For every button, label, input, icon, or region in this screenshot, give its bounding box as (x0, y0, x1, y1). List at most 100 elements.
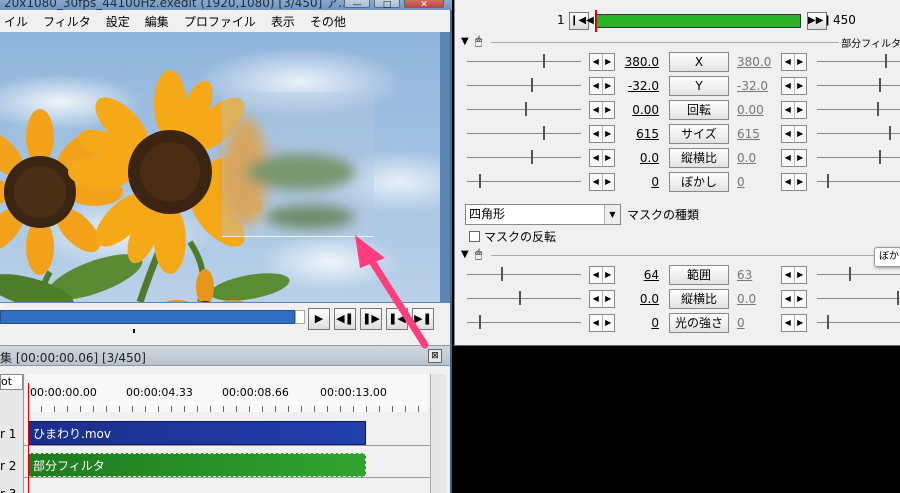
decrement-arrow-icon[interactable]: ◀ (590, 174, 603, 190)
slider-thumb[interactable] (827, 174, 829, 188)
go-end-button[interactable]: ▶❚ (412, 308, 434, 330)
end-value-slider[interactable] (817, 174, 900, 188)
filter-clip[interactable]: 部分フィルタ (28, 453, 366, 477)
param-name-button[interactable]: 回転 (669, 100, 729, 120)
video-clip[interactable]: ひまわり.mov (28, 421, 366, 445)
end-value-stepper[interactable]: ◀ ▶ (781, 149, 807, 167)
timeline-vscroll[interactable] (430, 374, 446, 493)
mask-type-select[interactable]: 四角形 ▼ (465, 204, 621, 225)
mask-invert-checkbox[interactable] (469, 231, 480, 242)
decrement-arrow-icon[interactable]: ◀ (590, 267, 603, 283)
slider-thumb[interactable] (479, 174, 481, 188)
slider-thumb[interactable] (519, 291, 521, 305)
increment-arrow-icon[interactable]: ▶ (603, 102, 615, 118)
slider-thumb[interactable] (531, 150, 533, 164)
slider-thumb[interactable] (897, 291, 899, 305)
increment-arrow-icon[interactable]: ▶ (795, 78, 807, 94)
start-value-stepper[interactable]: ◀ ▶ (589, 101, 615, 119)
start-value-slider[interactable] (467, 291, 581, 305)
start-value-stepper[interactable]: ◀ ▶ (589, 266, 615, 284)
end-value-stepper[interactable]: ◀ ▶ (781, 173, 807, 191)
increment-arrow-icon[interactable]: ▶ (603, 315, 615, 331)
seek-slider[interactable] (0, 310, 295, 324)
close-button[interactable]: ✕ (404, 0, 444, 10)
menu-file[interactable]: イル (4, 13, 28, 30)
end-value[interactable]: 0.0 (737, 151, 777, 165)
end-value-slider[interactable] (817, 102, 900, 116)
decrement-arrow-icon[interactable]: ◀ (782, 174, 795, 190)
start-value-stepper[interactable]: ◀ ▶ (589, 77, 615, 95)
go-start-button[interactable]: ❚◀ (386, 308, 408, 330)
section-glow-header[interactable]: ▼ 🖱 (461, 247, 900, 263)
param-name-button[interactable]: Y (669, 76, 729, 96)
collapse-triangle-icon[interactable]: ▼ (461, 36, 469, 47)
start-value-stepper[interactable]: ◀ ▶ (589, 314, 615, 332)
increment-arrow-icon[interactable]: ▶ (795, 315, 807, 331)
start-value[interactable]: 0 (615, 316, 659, 330)
increment-arrow-icon[interactable]: ▶ (603, 54, 615, 70)
end-value-stepper[interactable]: ◀ ▶ (781, 314, 807, 332)
root-label[interactable]: ot (0, 374, 23, 390)
slider-thumb[interactable] (531, 78, 533, 92)
decrement-arrow-icon[interactable]: ◀ (782, 315, 795, 331)
end-value[interactable]: 380.0 (737, 55, 777, 69)
start-value[interactable]: 0.00 (615, 103, 659, 117)
menu-profile[interactable]: プロファイル (184, 13, 256, 30)
increment-arrow-icon[interactable]: ▶ (795, 174, 807, 190)
increment-arrow-icon[interactable]: ▶ (603, 174, 615, 190)
slider-thumb[interactable] (879, 78, 881, 92)
start-value-slider[interactable] (467, 150, 581, 164)
frame-current-marker[interactable] (595, 10, 597, 32)
layer-1-label[interactable]: r 1 (0, 422, 24, 446)
slider-thumb[interactable] (885, 54, 887, 68)
layer-3-label[interactable]: r 3 (0, 482, 24, 493)
start-value[interactable]: 0 (615, 175, 659, 189)
increment-arrow-icon[interactable]: ▶ (603, 126, 615, 142)
end-value-stepper[interactable]: ◀ ▶ (781, 125, 807, 143)
time-ruler[interactable]: 00:00:00.00 00:00:04.33 00:00:08.66 00:0… (28, 374, 428, 412)
video-preview[interactable] (0, 32, 440, 302)
start-value[interactable]: 64 (615, 268, 659, 282)
menu-view[interactable]: 表示 (271, 13, 295, 30)
play-button[interactable]: ▶ (308, 308, 330, 330)
menu-settings[interactable]: 設定 (106, 13, 130, 30)
increment-arrow-icon[interactable]: ▶ (795, 267, 807, 283)
slider-thumb[interactable] (543, 54, 545, 68)
end-value-stepper[interactable]: ◀ ▶ (781, 53, 807, 71)
start-value-stepper[interactable]: ◀ ▶ (589, 149, 615, 167)
end-value[interactable]: 0 (737, 175, 777, 189)
increment-arrow-icon[interactable]: ▶ (603, 291, 615, 307)
param-name-button[interactable]: 範囲 (669, 265, 729, 285)
increment-arrow-icon[interactable]: ▶ (603, 150, 615, 166)
maximize-button[interactable]: □ (374, 0, 400, 10)
increment-arrow-icon[interactable]: ▶ (795, 102, 807, 118)
decrement-arrow-icon[interactable]: ◀ (590, 54, 603, 70)
start-value-stepper[interactable]: ◀ ▶ (589, 290, 615, 308)
decrement-arrow-icon[interactable]: ◀ (782, 150, 795, 166)
timeline-titlebar[interactable]: 集 [00:00:00.06] [3/450] ⊠ (0, 346, 450, 366)
decrement-arrow-icon[interactable]: ◀ (782, 291, 795, 307)
slider-thumb[interactable] (501, 267, 503, 281)
param-name-button[interactable]: 縦横比 (669, 148, 729, 168)
slider-thumb[interactable] (877, 102, 879, 116)
minimize-button[interactable]: — (344, 0, 370, 10)
end-value-slider[interactable] (817, 291, 900, 305)
param-name-button[interactable]: サイズ (669, 124, 729, 144)
start-value[interactable]: 615 (615, 127, 659, 141)
frame-next-button[interactable]: ▶▶❙ (807, 12, 832, 30)
seek-slider-remaining[interactable] (295, 310, 305, 324)
timeline-close-button[interactable]: ⊠ (428, 349, 442, 363)
prev-frame-button[interactable]: ◀❚ (334, 308, 356, 330)
slider-thumb[interactable] (525, 102, 527, 116)
frame-range-bar[interactable] (595, 14, 801, 28)
param-name-button[interactable]: 光の強さ (669, 313, 729, 333)
end-value-slider[interactable] (817, 78, 900, 92)
collapse-triangle-icon[interactable]: ▼ (461, 249, 469, 260)
param-name-button[interactable]: 縦横比 (669, 289, 729, 309)
start-value-slider[interactable] (467, 267, 581, 281)
decrement-arrow-icon[interactable]: ◀ (590, 126, 603, 142)
decrement-arrow-icon[interactable]: ◀ (590, 78, 603, 94)
increment-arrow-icon[interactable]: ▶ (795, 150, 807, 166)
start-value[interactable]: 380.0 (615, 55, 659, 69)
end-value[interactable]: 0.00 (737, 103, 777, 117)
